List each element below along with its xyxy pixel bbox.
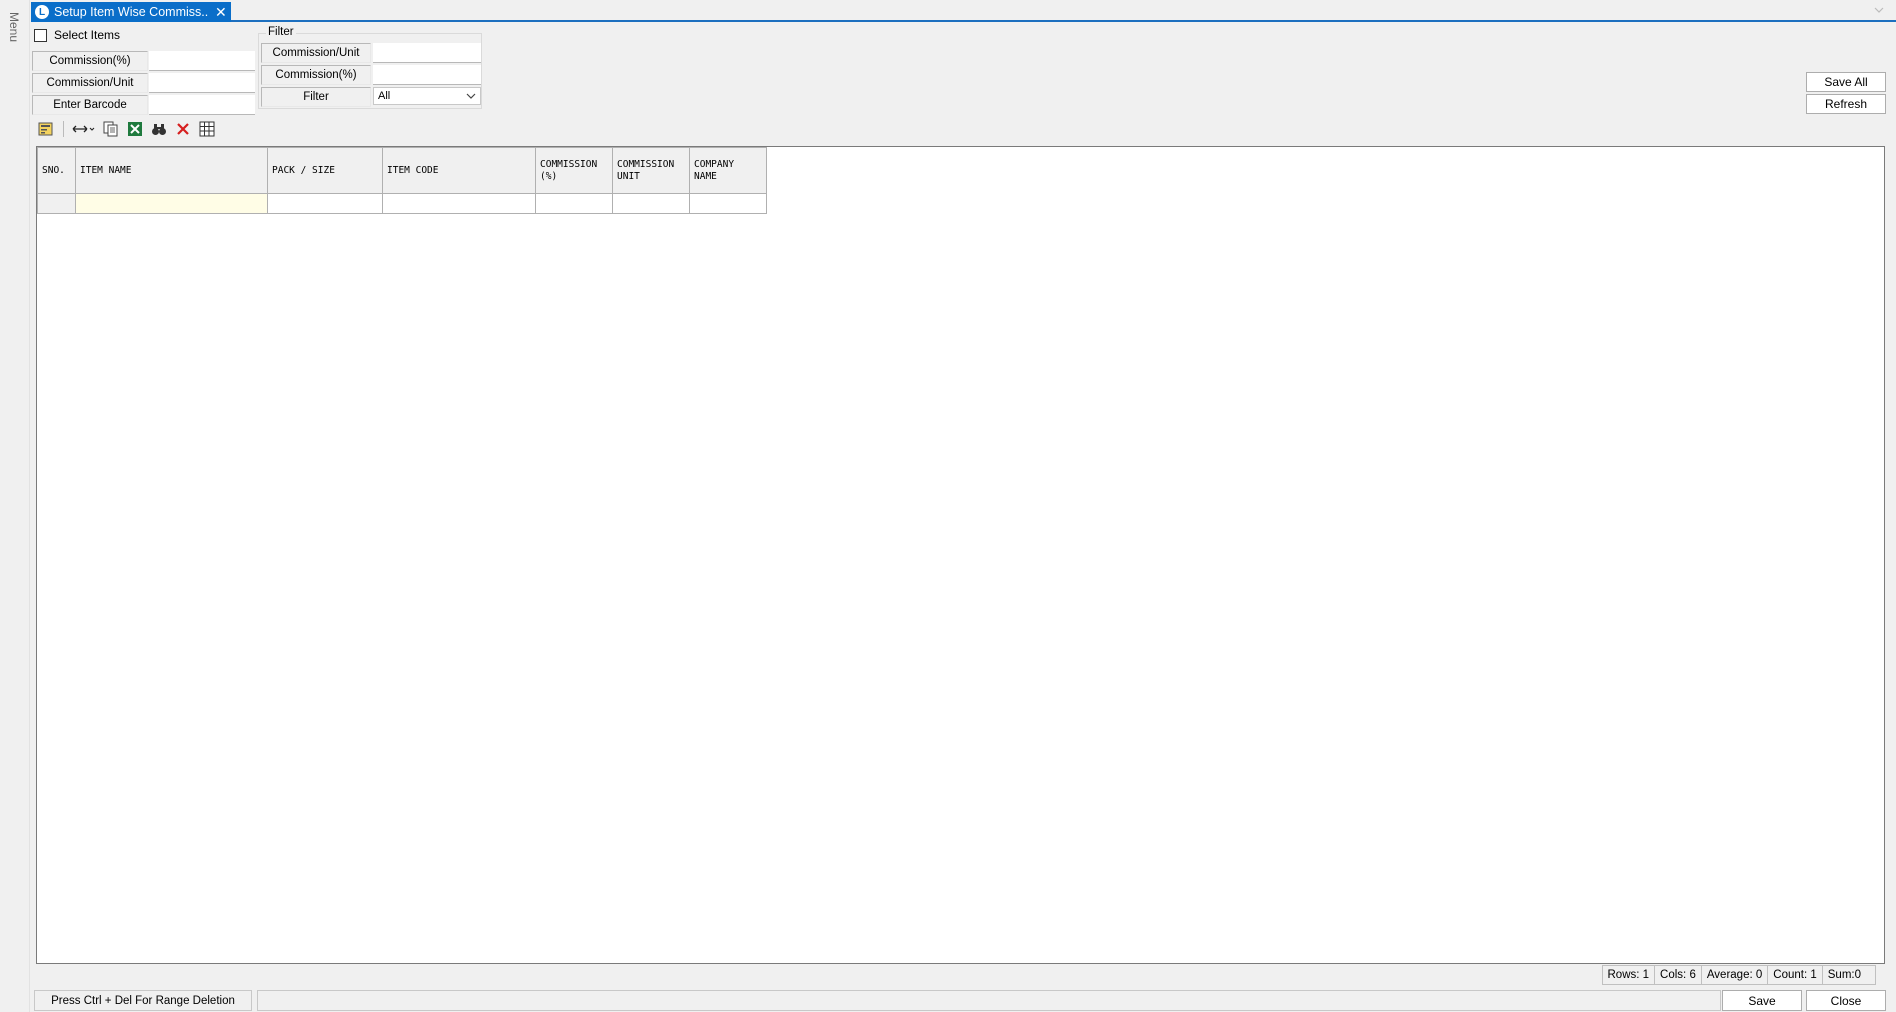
enter-barcode-label: Enter Barcode [32, 95, 148, 115]
barcode-input[interactable] [149, 95, 255, 115]
status-average: Average: 0 [1700, 965, 1769, 985]
status-sum: Sum:0 [1821, 965, 1876, 985]
filter-commission-unit-label: Commission/Unit [261, 43, 371, 63]
delete-icon[interactable] [173, 119, 193, 139]
filter-label: Filter [261, 87, 371, 107]
commission-percent-cell[interactable] [535, 193, 613, 214]
collapse-icon[interactable] [1874, 4, 1884, 16]
table-header-row: SNO. ITEM NAME PACK / SIZE ITEM CODE COM… [37, 147, 767, 194]
toolbar-separator [63, 121, 64, 137]
items-grid[interactable]: SNO. ITEM NAME PACK / SIZE ITEM CODE COM… [36, 146, 1885, 964]
find-icon[interactable] [149, 119, 169, 139]
bottom-status-bar [257, 990, 1721, 1011]
chevron-down-icon [466, 89, 476, 106]
column-header-item-name[interactable]: ITEM NAME [75, 147, 268, 194]
close-button[interactable]: Close [1806, 990, 1886, 1011]
tab-setup-item-wise-commission[interactable]: L Setup Item Wise Commiss... ✕ [31, 2, 231, 22]
column-header-sno[interactable]: SNO. [37, 147, 76, 194]
column-header-item-code[interactable]: ITEM CODE [382, 147, 536, 194]
filter-commission-percent-label: Commission(%) [261, 65, 371, 85]
save-all-button[interactable]: Save All [1806, 72, 1886, 92]
status-rows: Rows: 1 [1601, 965, 1656, 985]
filter-select-value: All [378, 90, 391, 102]
table-row [37, 193, 767, 214]
side-menu-label: Menu [7, 12, 21, 43]
copy-icon[interactable] [101, 119, 121, 139]
excel-export-icon[interactable] [125, 119, 145, 139]
filter-commission-percent-input[interactable] [373, 65, 481, 85]
status-cols: Cols: 6 [1654, 965, 1702, 985]
tab-bar: L Setup Item Wise Commiss... ✕ [31, 0, 1896, 22]
select-items-row: Select Items [34, 28, 120, 42]
commission-percent-label: Commission(%) [32, 51, 148, 71]
filter-commission-unit-input[interactable] [373, 43, 481, 63]
close-icon[interactable]: ✕ [215, 5, 227, 19]
grid-toolbar [36, 119, 217, 139]
form-icon[interactable] [36, 119, 56, 139]
tab-title: Setup Item Wise Commiss... [54, 5, 209, 19]
row-header-cell[interactable] [37, 193, 76, 214]
column-header-company-name[interactable]: COMPANY NAME [689, 147, 767, 194]
filter-select[interactable]: All [373, 87, 481, 105]
refresh-button[interactable]: Refresh [1806, 94, 1886, 114]
grid-status-bar: Rows: 1 Cols: 6 Average: 0 Count: 1 Sum:… [1601, 965, 1876, 985]
app-logo-icon: L [35, 5, 49, 19]
pack-size-cell[interactable] [267, 193, 383, 214]
items-table: SNO. ITEM NAME PACK / SIZE ITEM CODE COM… [37, 147, 767, 214]
select-items-checkbox[interactable] [34, 28, 47, 42]
commission-percent-input[interactable] [149, 51, 255, 71]
column-header-pack-size[interactable]: PACK / SIZE [267, 147, 383, 194]
column-resize-icon[interactable] [71, 119, 97, 139]
select-items-label: Select Items [54, 28, 121, 42]
commission-unit-cell[interactable] [612, 193, 690, 214]
column-header-commission-unit[interactable]: COMMISSION UNIT [612, 147, 690, 194]
save-button[interactable]: Save [1722, 990, 1802, 1011]
status-count: Count: 1 [1767, 965, 1823, 985]
range-deletion-hint: Press Ctrl + Del For Range Deletion [34, 990, 252, 1011]
commission-unit-input[interactable] [149, 73, 255, 93]
filter-group-title: Filter [266, 26, 296, 38]
item-code-cell[interactable] [382, 193, 536, 214]
side-menu[interactable]: Menu [0, 0, 30, 1012]
grid-icon[interactable] [197, 119, 217, 139]
column-header-commission-percent[interactable]: COMMISSION (%) [535, 147, 613, 194]
item-name-cell[interactable] [75, 193, 268, 214]
commission-unit-label: Commission/Unit [32, 73, 148, 93]
company-name-cell[interactable] [689, 193, 767, 214]
